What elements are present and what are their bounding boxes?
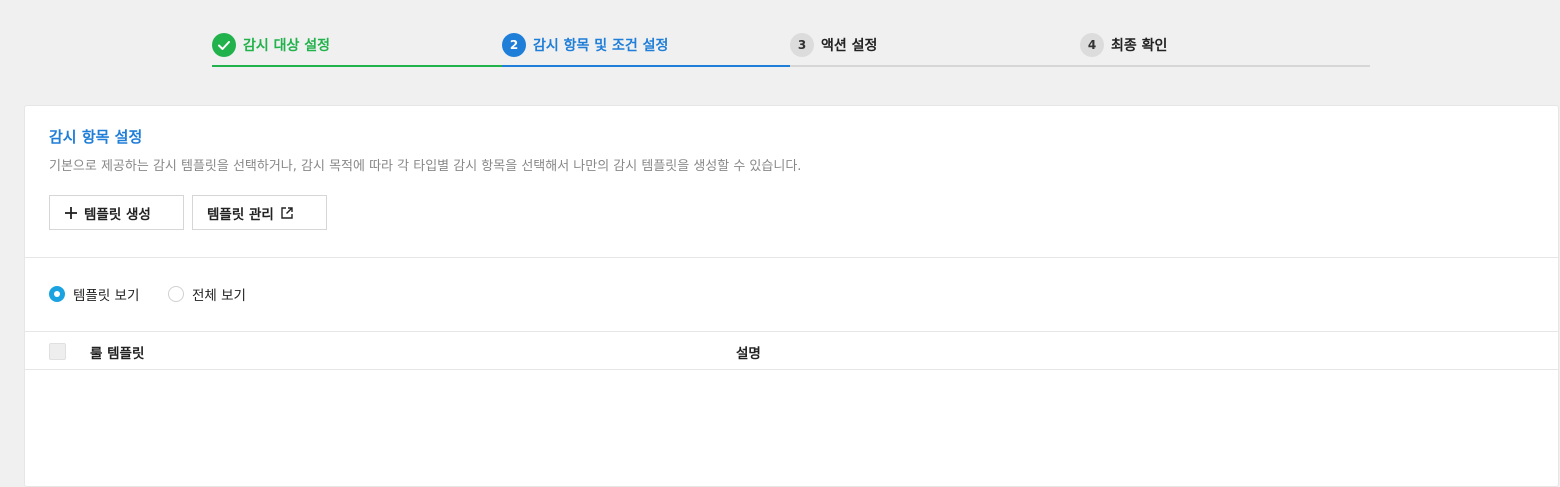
step-label: 감시 항목 및 조건 설정 bbox=[533, 38, 669, 54]
radio-indicator bbox=[49, 286, 65, 302]
table-header: 룰 템플릿 설명 bbox=[25, 332, 1558, 369]
radio-all-view[interactable]: 전체 보기 bbox=[168, 284, 246, 304]
manage-template-label: 템플릿 관리 bbox=[207, 206, 274, 223]
plus-icon bbox=[65, 206, 77, 219]
step-label: 감시 대상 설정 bbox=[243, 38, 331, 54]
monitoring-item-panel: 감시 항목 설정 기본으로 제공하는 감시 템플릿을 선택하거나, 감시 목적에… bbox=[24, 105, 1559, 487]
section-title: 감시 항목 설정 bbox=[49, 128, 143, 146]
check-icon bbox=[218, 41, 230, 50]
radio-label: 템플릿 보기 bbox=[73, 288, 140, 304]
step-progress-bar bbox=[790, 65, 1080, 67]
step-number-badge: 3 bbox=[790, 33, 814, 57]
table-header-divider bbox=[25, 369, 1558, 370]
column-header-rule-template: 룰 템플릿 bbox=[90, 346, 145, 362]
select-all-checkbox[interactable] bbox=[49, 343, 66, 360]
section-divider bbox=[25, 257, 1558, 258]
step-number-badge: 4 bbox=[1080, 33, 1104, 57]
create-template-label: 템플릿 생성 bbox=[84, 206, 151, 223]
manage-template-button[interactable]: 템플릿 관리 bbox=[192, 195, 327, 230]
external-link-icon bbox=[281, 206, 293, 219]
radio-template-view[interactable]: 템플릿 보기 bbox=[49, 284, 139, 304]
step-progress-bar bbox=[212, 65, 502, 67]
step-label: 액션 설정 bbox=[821, 38, 878, 54]
create-template-button[interactable]: 템플릿 생성 bbox=[49, 195, 184, 230]
step-progress-bar bbox=[1080, 65, 1370, 67]
step-complete-badge bbox=[212, 33, 236, 57]
step-progress-bar bbox=[502, 65, 790, 67]
radio-indicator bbox=[168, 286, 184, 302]
radio-label: 전체 보기 bbox=[192, 288, 246, 304]
step-label: 최종 확인 bbox=[1111, 38, 1168, 54]
progress-stepper: 감시 대상 설정 2 감시 항목 및 조건 설정 3 액션 설정 4 최종 확인 bbox=[212, 30, 1370, 68]
step-number-badge: 2 bbox=[502, 33, 526, 57]
column-header-description: 설명 bbox=[736, 346, 761, 362]
section-description: 기본으로 제공하는 감시 템플릿을 선택하거나, 감시 목적에 따라 각 타입별… bbox=[49, 159, 802, 174]
